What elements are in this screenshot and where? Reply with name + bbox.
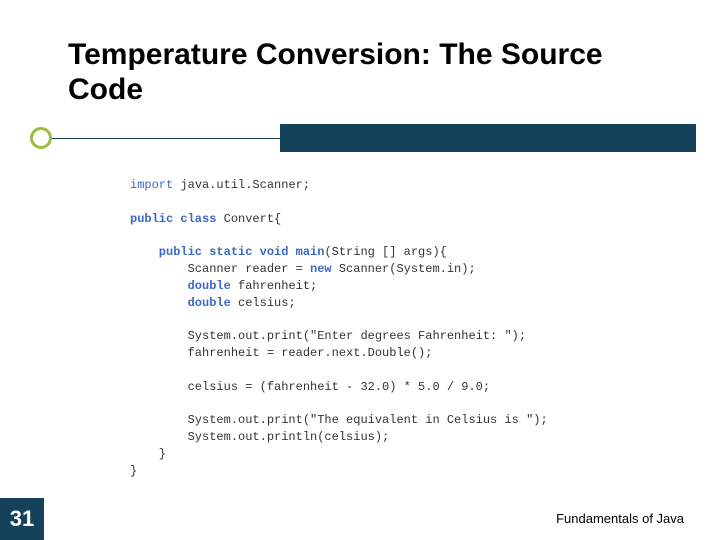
- kw-double: double: [188, 279, 231, 293]
- code-text: celsius = (fahrenheit - 32.0) * 5.0 / 9.…: [130, 380, 490, 394]
- bullet-dot-icon: [30, 127, 52, 149]
- code-text: Scanner(System.in);: [332, 262, 476, 276]
- slide-title: Temperature Conversion: The Source Code: [68, 38, 680, 107]
- thick-rule: [280, 124, 696, 152]
- title-underline: [0, 121, 720, 157]
- code-text: Scanner reader =: [130, 262, 310, 276]
- code-text: [130, 296, 188, 310]
- kw-main: public static void main: [130, 245, 324, 259]
- kw-public-class: public class: [130, 212, 216, 226]
- code-block: import java.util.Scanner; public class C…: [130, 177, 660, 479]
- code-text: fahrenheit;: [231, 279, 317, 293]
- code-text: Convert{: [216, 212, 281, 226]
- code-text: celsius;: [231, 296, 296, 310]
- slide: Temperature Conversion: The Source Code …: [0, 0, 720, 540]
- kw-double: double: [188, 296, 231, 310]
- code-text: System.out.println(celsius);: [130, 430, 389, 444]
- code-text: System.out.print("The equivalent in Cels…: [130, 413, 548, 427]
- code-text: java.util.Scanner;: [173, 178, 310, 192]
- code-text: [130, 279, 188, 293]
- page-number: 31: [0, 498, 44, 540]
- kw-import: import: [130, 178, 173, 192]
- kw-new: new: [310, 262, 332, 276]
- footer-text: Fundamentals of Java: [556, 511, 684, 526]
- code-text: }: [130, 464, 137, 478]
- code-text: }: [130, 447, 166, 461]
- code-text: System.out.print("Enter degrees Fahrenhe…: [130, 329, 526, 343]
- code-text: fahrenheit = reader.next.Double();: [130, 346, 432, 360]
- code-text: (String [] args){: [324, 245, 446, 259]
